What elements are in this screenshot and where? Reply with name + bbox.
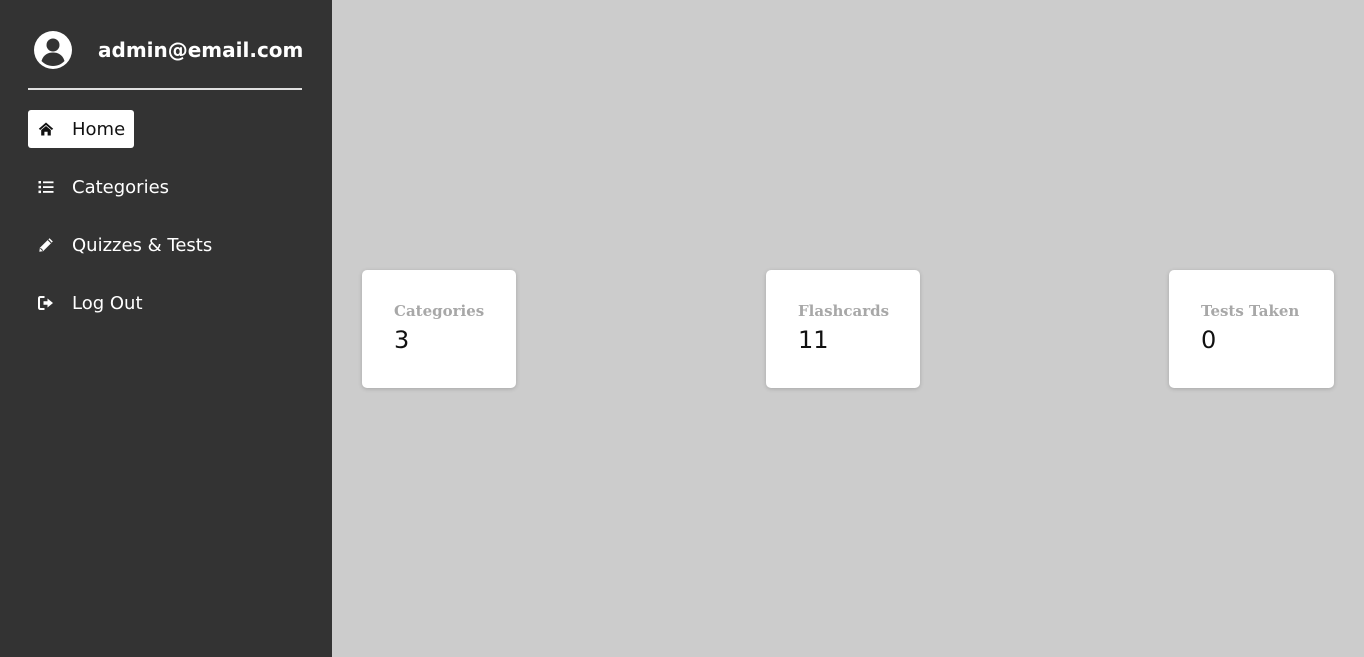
- sidebar-item-label: Categories: [72, 176, 170, 198]
- stat-value: 11: [798, 326, 829, 354]
- sidebar-item-categories[interactable]: Categories: [28, 168, 178, 206]
- stat-card-flashcards: Flashcards 11: [766, 270, 920, 388]
- stat-label: Categories: [394, 302, 485, 320]
- user-avatar-icon: [33, 30, 73, 70]
- pencil-icon: [38, 237, 54, 253]
- sidebar: admin@email.com Home Categories Quizzes …: [0, 0, 332, 657]
- sidebar-item-label: Quizzes & Tests: [72, 234, 213, 256]
- sidebar-item-home[interactable]: Home: [28, 110, 135, 148]
- stat-value: 3: [394, 326, 410, 354]
- stat-card-categories: Categories 3: [362, 270, 516, 388]
- home-icon: [38, 121, 54, 137]
- sidebar-divider: [28, 88, 302, 90]
- user-email: admin@email.com: [98, 38, 304, 62]
- app-root: admin@email.com Home Categories Quizzes …: [0, 0, 1364, 657]
- logout-icon: [38, 295, 54, 311]
- dashboard-main: Categories 3 Flashcards 11 Tests Taken 0: [332, 0, 1364, 657]
- stat-label: Tests Taken: [1201, 302, 1300, 320]
- sidebar-item-log-out[interactable]: Log Out: [28, 284, 152, 322]
- sidebar-nav: Home Categories Quizzes & Tests Log Out: [28, 110, 302, 322]
- sidebar-item-quizzes-tests[interactable]: Quizzes & Tests: [28, 226, 221, 264]
- list-icon: [38, 179, 54, 195]
- stat-label: Flashcards: [798, 302, 890, 320]
- stat-card-tests-taken: Tests Taken 0: [1169, 270, 1334, 388]
- user-profile: admin@email.com: [28, 28, 304, 72]
- sidebar-item-label: Log Out: [72, 292, 143, 314]
- sidebar-item-label: Home: [72, 118, 126, 140]
- stat-value: 0: [1201, 326, 1217, 354]
